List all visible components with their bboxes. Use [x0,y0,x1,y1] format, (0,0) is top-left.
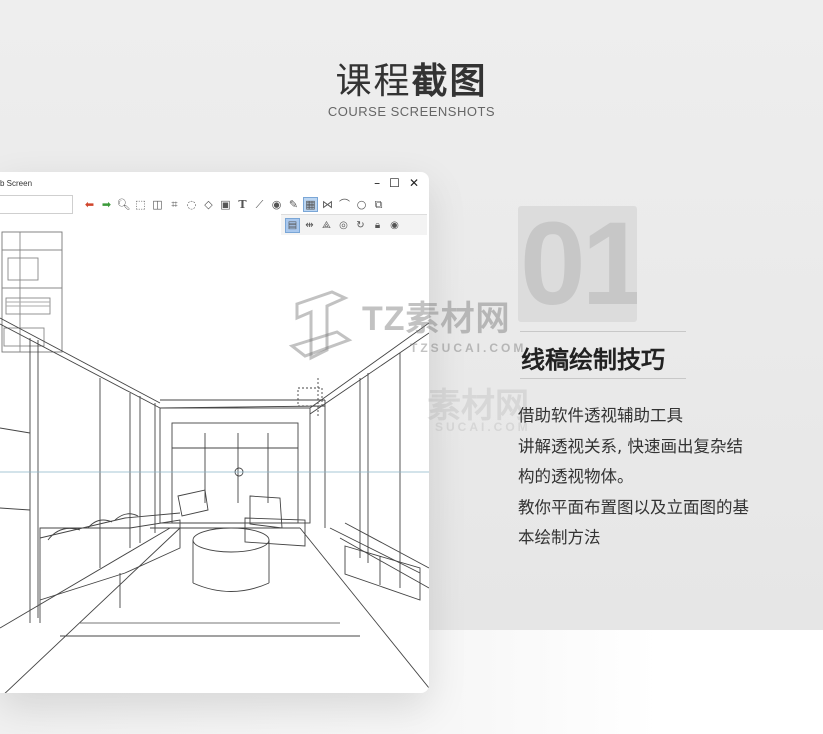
description-line: 教你平面布置图以及立面图的基 [518,497,749,517]
document-tab[interactable] [0,195,73,214]
symmetry-icon[interactable]: ⋈ [320,197,335,212]
minimize-button[interactable]: – [374,176,380,190]
description-line: 构的透视物体。 [518,467,634,486]
close-button[interactable]: ✕ [409,176,419,190]
section-description: 借助软件透视辅助工具 讲解透视关系, 快速画出复杂结 构的透视物体。 教你平面布… [518,401,788,554]
page-subtitle: COURSE SCREENSHOTS [327,104,496,119]
page-title-bold: 截图 [411,61,488,102]
page-title-light: 课程 [335,61,412,102]
section-number-block: 01 [518,206,637,322]
description-line: 借助软件透视辅助工具 [518,406,683,425]
window-title: b Screen [0,179,33,188]
pen-icon[interactable]: ✎ [286,197,301,212]
ellipse-icon[interactable]: ○ [354,197,369,212]
divider-bottom [520,378,686,379]
ruler-icon[interactable]: ⟋ [252,197,267,212]
select-alt-icon[interactable]: ◫ [150,197,165,212]
app-window-screenshot: b Screen – ☐ ✕ ⬅ ➡ 🔍︎ ⬚ ◫ ⌗ ◌ ◇ ▣ T ⟋ ◉ … [0,172,429,693]
transform-icon[interactable]: ◇ [201,197,216,212]
page-title: 课程截图 [0,52,823,104]
description-line: 讲解透视关系, 快速画出复杂结 [518,436,743,456]
description-line: 本绘制方法 [518,528,601,547]
lasso-icon[interactable]: ◌ [184,197,199,212]
redo-icon[interactable]: ➡ [99,197,114,212]
drawing-canvas[interactable] [0,228,429,693]
main-toolbar: ⬅ ➡ 🔍︎ ⬚ ◫ ⌗ ◌ ◇ ▣ T ⟋ ◉ ✎ ▦ ⋈ ⌒ ○ ⧉ [82,195,386,213]
undo-icon[interactable]: ⬅ [82,197,97,212]
curve-icon[interactable]: ⌒ [337,197,352,212]
window-controls: – ☐ ✕ [374,176,419,190]
crop-icon[interactable]: ⌗ [167,197,182,212]
text-icon[interactable]: T [235,197,250,212]
brush-icon[interactable]: ◉ [269,197,284,212]
layers-icon[interactable]: ⧉ [371,197,386,212]
section-title: 线稿绘制技巧 [521,346,665,374]
smudge-icon[interactable]: ▣ [218,197,233,212]
maximize-button[interactable]: ☐ [389,176,400,190]
select-rect-icon[interactable]: ⬚ [133,197,148,212]
zoom-icon[interactable]: 🔍︎ [116,197,131,212]
section-number: 01 [520,206,637,322]
divider-top [520,331,686,332]
perspective-grid-icon[interactable]: ▦ [303,196,318,212]
